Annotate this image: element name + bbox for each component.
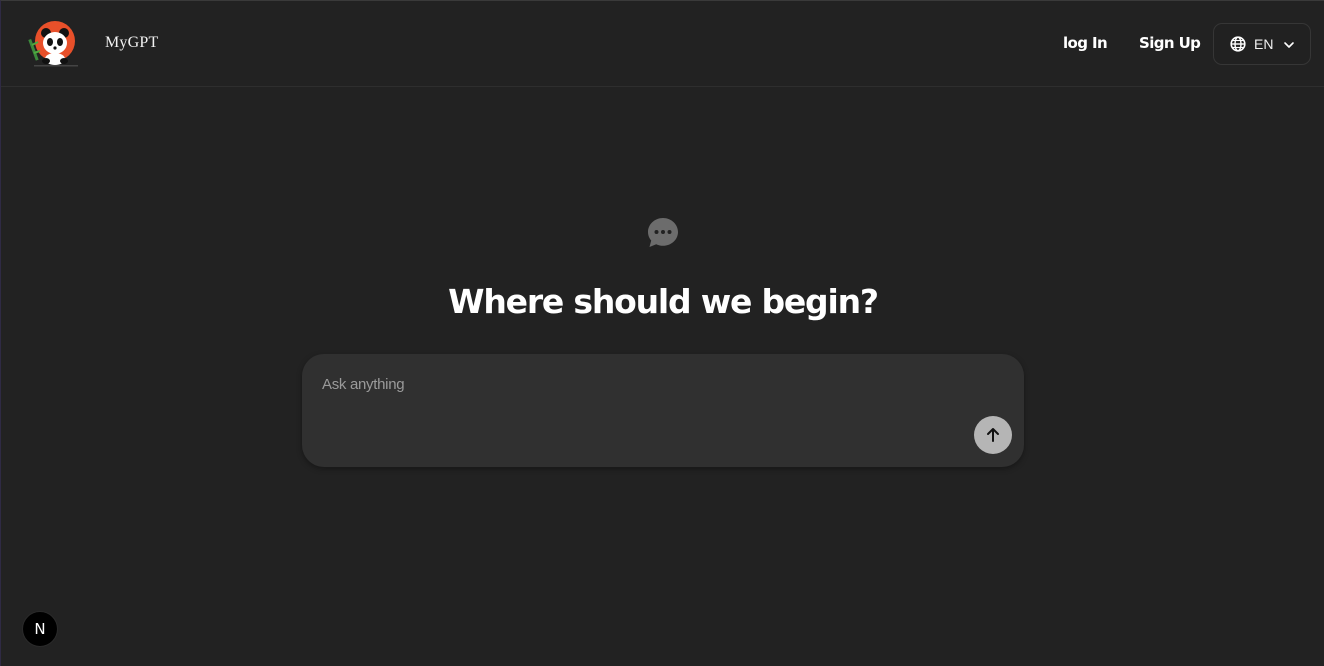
chat-bubble-dots-icon (646, 216, 680, 250)
login-link[interactable]: log In (1063, 34, 1108, 52)
prompt-input[interactable] (322, 376, 962, 416)
chevron-down-icon (1283, 38, 1295, 50)
signup-link[interactable]: Sign Up (1139, 34, 1201, 52)
language-label: EN (1254, 36, 1274, 52)
brand-name: MyGPT (105, 34, 159, 51)
globe-icon (1230, 36, 1246, 52)
dev-tools-badge[interactable]: N (22, 611, 58, 647)
app-window: MyGPT log In Sign Up EN Where should we … (0, 0, 1324, 666)
page-headline: Where should we begin? (448, 282, 879, 321)
top-header: MyGPT log In Sign Up EN (1, 1, 1324, 87)
send-button[interactable] (974, 416, 1012, 454)
arrow-up-icon (987, 428, 999, 442)
language-selector[interactable]: EN (1213, 23, 1311, 65)
panda-logo-icon[interactable] (28, 21, 80, 67)
chat-composer (302, 354, 1024, 467)
